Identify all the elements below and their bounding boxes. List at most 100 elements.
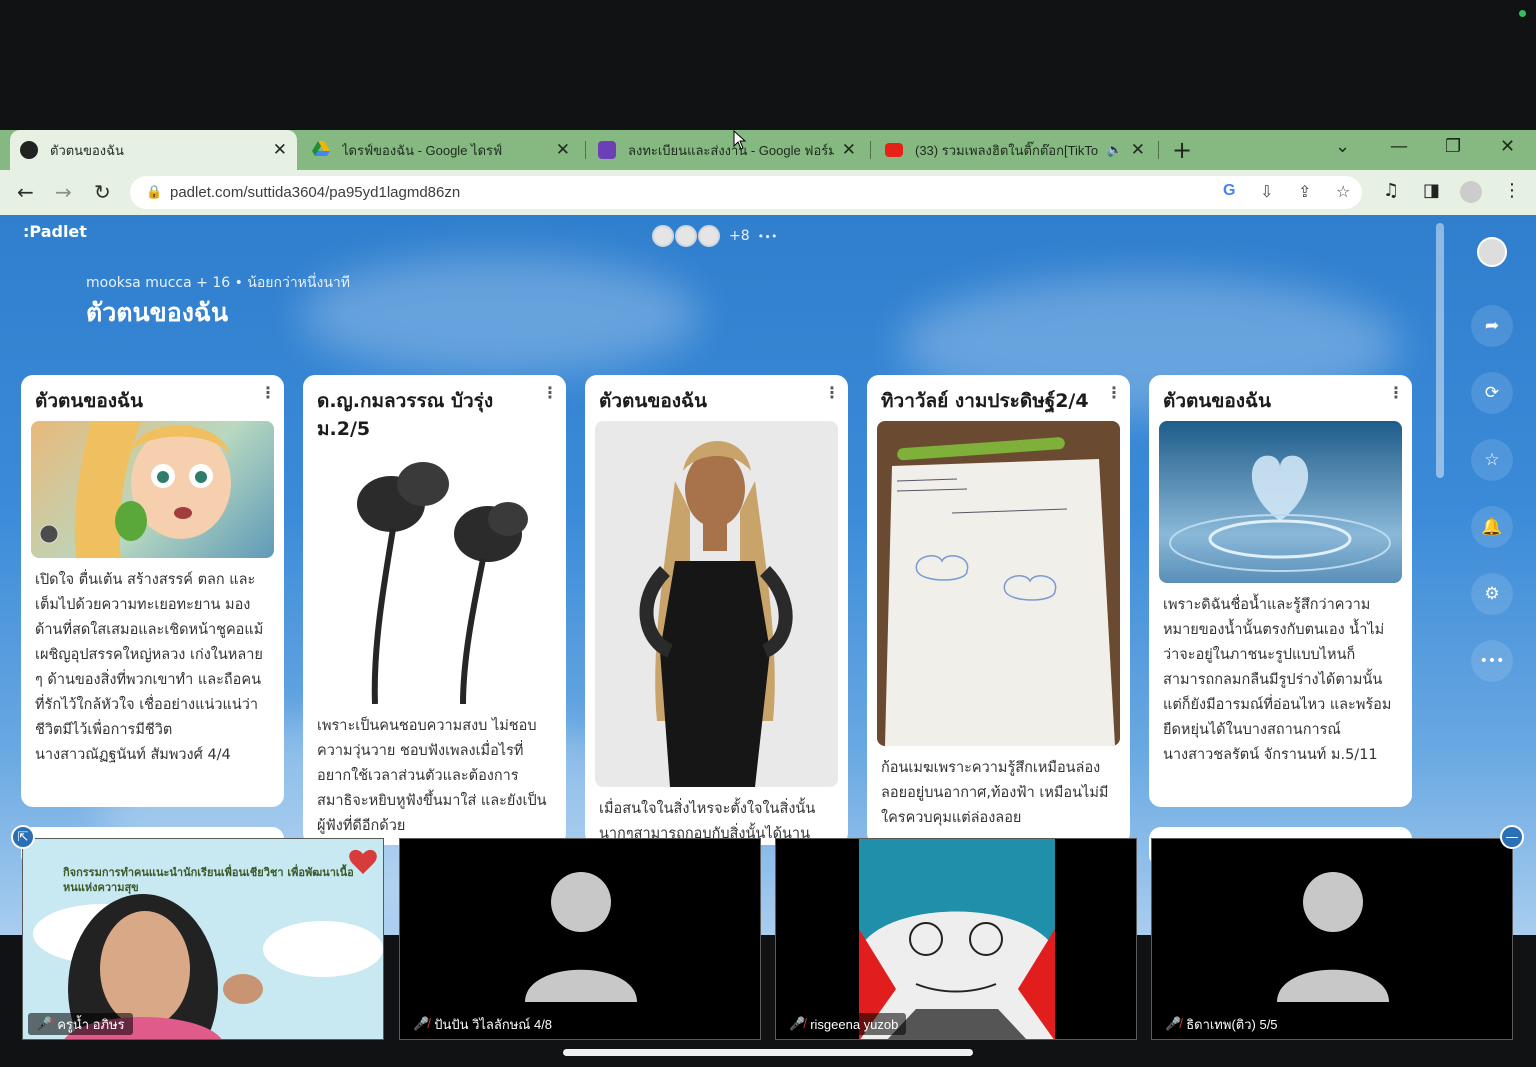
more-options-icon[interactable]: •••: [1471, 640, 1513, 682]
post-image[interactable]: [595, 421, 838, 787]
remake-icon[interactable]: ⟳: [1471, 372, 1513, 414]
post-title: ทิวาวัลย์ งามประดิษฐ์2/4: [881, 390, 1089, 412]
post-card[interactable]: ตัวตนของฉัน ⋮ เปิดใจ ตื่นเต้น สร้างสรรค์…: [21, 375, 284, 807]
post-title: ตัวตนของฉัน: [35, 390, 143, 412]
padlet-logo[interactable]: :Padlet: [23, 222, 87, 241]
reload-icon[interactable]: ↻: [94, 180, 111, 204]
restore-icon[interactable]: ❐: [1445, 136, 1461, 157]
post-author: นางสาวชลรัตน์ จักรานนท์ ม.5/11: [1163, 747, 1378, 763]
post-body: เปิดใจ ตื่นเต้น สร้างสรรค์ ตลก และเต็มไป…: [21, 558, 284, 780]
participant-name: ธิดาเทพ(ติว) 5/5: [1186, 1016, 1278, 1032]
author-more[interactable]: + 16: [196, 275, 230, 291]
anime-avatar-image: [859, 839, 1055, 1039]
post-title: ตัวตนของฉัน: [599, 390, 707, 412]
post-image[interactable]: [31, 421, 274, 558]
tab-search-icon[interactable]: ⌄: [1335, 136, 1350, 157]
post-body: เมื่อสนใจในสิ่งไหรจะตั้งใจในสิ่งนั้นนากๆ…: [585, 787, 848, 845]
notification-bell-icon[interactable]: 🔔: [1471, 506, 1513, 548]
post-menu-icon[interactable]: ⋮: [1106, 383, 1122, 402]
tab-title: ตัวตนของฉัน: [50, 142, 124, 158]
post-text: เพราะเป็นคนชอบความสงบ ไม่ชอบความวุ่นวาย …: [317, 718, 547, 834]
user-avatar[interactable]: [1477, 237, 1507, 267]
participant-name: risgeena yuzob: [810, 1016, 899, 1032]
tab-drive[interactable]: ไดรฟ์ของฉัน - Google ไดรฟ์ ✕: [302, 130, 580, 170]
padlet-board: :Padlet +8 •∙• mooksa mucca + 16 • น้อยก…: [0, 215, 1536, 935]
menu-icon[interactable]: ⋮: [1503, 180, 1521, 201]
post-body: เพราะดิฉันชื่อน้ำและรู้สึกว่าความหมายของ…: [1149, 583, 1412, 780]
favorite-star-icon[interactable]: ☆: [1471, 439, 1513, 481]
url-text[interactable]: padlet.com/suttida3604/pa95yd1lagmd86zn: [170, 184, 460, 201]
minimize-strip-icon[interactable]: —: [1500, 825, 1524, 849]
participant-tile[interactable]: กิจกรรมการทำคนแนะนำนักเรียนเพื่อนเชียวิช…: [22, 838, 384, 1040]
install-app-icon[interactable]: ⇩: [1260, 182, 1273, 201]
participant-name: ปันปัน วิไลลักษณ์ 4/8: [434, 1016, 553, 1032]
post-menu-icon[interactable]: ⋮: [1388, 383, 1404, 402]
tab-separator: [585, 141, 586, 159]
audio-playing-icon[interactable]: 🔈: [1107, 142, 1123, 158]
muted-mic-icon: 🎤̸: [36, 1016, 53, 1031]
minimize-icon[interactable]: —: [1390, 136, 1408, 157]
close-tab-icon[interactable]: ✕: [1131, 140, 1145, 160]
post-menu-icon[interactable]: ⋮: [260, 383, 276, 402]
close-tab-icon[interactable]: ✕: [842, 140, 856, 160]
close-tab-icon[interactable]: ✕: [273, 140, 287, 160]
collaborator-avatars[interactable]: +8 •∙•: [652, 225, 778, 247]
post-text: เพราะดิฉันชื่อน้ำและรู้สึกว่าความหมายของ…: [1163, 597, 1392, 738]
board-meta: mooksa mucca + 16 • น้อยกว่าหนึ่งนาที: [86, 272, 350, 294]
post-menu-icon[interactable]: ⋮: [824, 383, 840, 402]
media-control-icon[interactable]: ♫: [1383, 180, 1399, 201]
screen: ตัวตนของฉัน ✕ ไดรฟ์ของฉัน - Google ไดรฟ์…: [0, 0, 1536, 1067]
bookmark-star-icon[interactable]: ☆: [1336, 182, 1350, 201]
close-tab-icon[interactable]: ✕: [556, 140, 570, 160]
page-title: ตัวตนของฉัน: [86, 298, 229, 327]
tab-padlet[interactable]: ตัวตนของฉัน ✕: [10, 130, 297, 170]
settings-gear-icon[interactable]: ⚙: [1471, 573, 1513, 615]
close-window-icon[interactable]: ✕: [1500, 136, 1515, 157]
browser-toolbar: ← → ↻ 🔒 padlet.com/suttida3604/pa95yd1la…: [0, 170, 1536, 215]
side-panel-icon[interactable]: ◨: [1423, 180, 1440, 201]
tab-forms[interactable]: ลงทะเบียนและส่งงาน - Google ฟอร์ม ✕: [588, 130, 866, 170]
youtube-icon: [885, 143, 903, 157]
padlet-action-rail: ➦ ⟳ ☆ 🔔 ⚙ •••: [1449, 215, 1536, 935]
post-card[interactable]: ตัวตนของฉัน ⋮ เมื่อสนใจในสิ่งไหรจะตั้งใจ…: [585, 375, 848, 845]
post-image[interactable]: [313, 449, 556, 704]
avatar: [652, 225, 674, 247]
post-menu-icon[interactable]: ⋮: [542, 383, 558, 402]
default-avatar-icon: [1277, 872, 1389, 1002]
tab-youtube[interactable]: (33) รวมเพลงฮิตในติ๊กต๊อก[TikTo 🔈 ✕: [875, 130, 1155, 170]
back-icon[interactable]: ←: [17, 180, 34, 204]
address-bar[interactable]: 🔒 padlet.com/suttida3604/pa95yd1lagmd86z…: [130, 176, 1362, 209]
home-indicator: [563, 1049, 973, 1056]
muted-mic-icon: 🎤̸: [1165, 1016, 1182, 1031]
participant-name-label: 🎤̸ risgeena yuzob: [781, 1013, 907, 1035]
pin-view-icon[interactable]: ⇱: [11, 825, 35, 849]
tab-title: (33) รวมเพลงฮิตในติ๊กต๊อก[TikTo: [915, 142, 1099, 158]
collaborator-count: +8: [729, 228, 750, 244]
muted-mic-icon: 🎤̸: [413, 1016, 430, 1031]
participant-tile[interactable]: 🎤̸ risgeena yuzob: [775, 838, 1137, 1040]
post-image[interactable]: [1159, 421, 1402, 583]
participant-tile[interactable]: 🎤̸ ปันปัน วิไลลักษณ์ 4/8: [399, 838, 761, 1040]
participant-tile[interactable]: 🎤̸ ธิดาเทพ(ติว) 5/5: [1151, 838, 1513, 1040]
tab-title: ลงทะเบียนและส่งงาน - Google ฟอร์ม: [628, 142, 834, 158]
new-tab-button[interactable]: +: [1172, 136, 1192, 164]
post-image[interactable]: [877, 421, 1120, 746]
author-name[interactable]: mooksa mucca: [86, 275, 192, 291]
avatar: [698, 225, 720, 247]
lock-icon[interactable]: 🔒: [146, 185, 162, 200]
muted-mic-icon: 🎤̸: [789, 1016, 806, 1031]
post-card[interactable]: ตัวตนของฉัน ⋮ เพราะดิฉันชื่อน้ำและรู้สึก…: [1149, 375, 1412, 807]
share-icon[interactable]: ⇪: [1298, 182, 1311, 201]
tab-strip: ตัวตนของฉัน ✕ ไดรฟ์ของฉัน - Google ไดรฟ์…: [0, 130, 1536, 170]
forward-icon[interactable]: →: [55, 180, 72, 204]
camera-indicator-icon: [1519, 10, 1526, 17]
participant-name-label: 🎤̸ ธิดาเทพ(ติว) 5/5: [1157, 1013, 1286, 1035]
updated-time: • น้อยกว่าหนึ่งนาที: [234, 275, 350, 291]
share-icon[interactable]: ➦: [1471, 305, 1513, 347]
scrollbar[interactable]: [1436, 223, 1444, 478]
profile-avatar[interactable]: [1460, 181, 1482, 203]
google-lens-icon[interactable]: G: [1223, 182, 1235, 200]
post-card[interactable]: ทิวาวัลย์ งามประดิษฐ์2/4 ⋮ ก้อนเมฆเพราะค…: [867, 375, 1130, 845]
google-forms-icon: [598, 141, 616, 159]
post-card[interactable]: ด.ญ.กมลวรรณ บัวรุ่ง ม.2/5 ⋮ เพราะเป็นคนช…: [303, 375, 566, 845]
